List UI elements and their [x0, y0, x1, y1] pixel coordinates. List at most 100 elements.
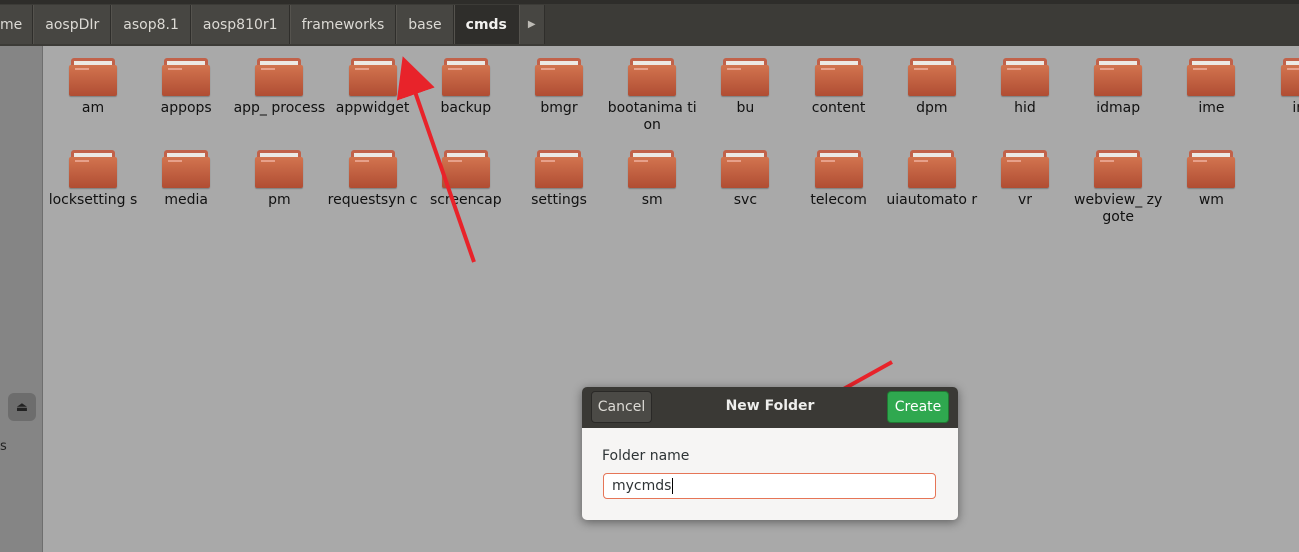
folder-label: media	[164, 192, 208, 208]
folder-label: bmgr	[540, 100, 578, 116]
crumb-aosp810r1[interactable]: aosp810r1	[190, 5, 290, 44]
folder-icon	[535, 58, 583, 96]
folder-icon	[69, 58, 117, 96]
folder-icon	[441, 58, 490, 96]
folder-icon	[255, 58, 304, 96]
folder-label: backup	[440, 100, 492, 116]
folder-label: settings	[531, 192, 587, 208]
crumb-asop81[interactable]: asop8.1	[111, 5, 191, 44]
text-caret	[672, 478, 674, 494]
folder-item[interactable]: requestsyn c	[327, 150, 419, 209]
crumb-cmds[interactable]: cmds	[453, 5, 519, 44]
folder-item[interactable]: bu	[699, 58, 791, 117]
folder-item[interactable]: media	[140, 150, 232, 209]
folder-icon	[162, 58, 211, 96]
folder-item[interactable]: vr	[979, 150, 1071, 209]
folder-icon	[628, 58, 677, 96]
folder-icon	[907, 58, 956, 96]
folder-icon	[628, 150, 677, 188]
folder-item[interactable]: sm	[606, 150, 698, 209]
folder-label: ime	[1198, 100, 1225, 116]
folder-icon	[441, 150, 490, 188]
folder-item[interactable]: content	[793, 58, 885, 117]
folder-label: pm	[268, 192, 291, 208]
folder-name-label: Folder name	[602, 448, 690, 464]
folder-label: wm	[1198, 192, 1224, 208]
crumb-aospdir[interactable]: aospDIr	[33, 5, 112, 44]
crumb-base[interactable]: base	[396, 5, 454, 44]
folder-icon	[535, 150, 583, 188]
dialog-header: Cancel New Folder Create	[582, 387, 958, 428]
folder-icon	[814, 58, 863, 96]
toolbar-edge	[0, 0, 1299, 4]
folder-item[interactable]: svc	[699, 150, 791, 209]
folder-icon	[1187, 58, 1236, 96]
folder-label: app_ process	[233, 100, 326, 116]
folder-icon	[348, 150, 397, 188]
toolbar: me aospDIr asop8.1 aosp810r1 frameworks …	[0, 0, 1299, 46]
folder-item[interactable]: uiautomato r	[886, 150, 978, 209]
folder-icon	[1001, 58, 1049, 96]
folder-icon	[1094, 58, 1143, 96]
sidebar: ⏏ s	[0, 46, 43, 552]
folder-icon	[348, 58, 397, 96]
folder-label: webview_ zygote	[1074, 192, 1163, 225]
folder-icon	[721, 58, 770, 96]
folder-icon	[1280, 58, 1299, 96]
folder-label: am	[81, 100, 105, 116]
folder-item[interactable]: bootanima tion	[606, 58, 698, 134]
folder-label: appwidget	[335, 100, 410, 116]
breadcrumb: me aospDIr asop8.1 aosp810r1 frameworks …	[0, 5, 545, 44]
folder-item[interactable]: inci	[1259, 58, 1299, 117]
pathbar-forward-icon[interactable]: ▶	[518, 5, 545, 44]
folder-icon	[255, 150, 304, 188]
folder-icon	[162, 150, 211, 188]
folder-item[interactable]: telecom	[793, 150, 885, 209]
sidebar-item-label[interactable]: s	[0, 439, 7, 454]
folder-label: sm	[641, 192, 663, 208]
folder-label: vr	[1017, 192, 1033, 208]
create-button[interactable]: Create	[887, 391, 949, 423]
folder-label: requestsyn c	[327, 192, 418, 208]
folder-item[interactable]: am	[47, 58, 139, 117]
folder-item[interactable]: app_ process	[233, 58, 325, 117]
folder-label: screencap	[429, 192, 502, 208]
folder-item[interactable]: locksetting s	[47, 150, 139, 209]
folder-item[interactable]: settings	[513, 150, 605, 209]
folder-item[interactable]: appops	[140, 58, 232, 117]
eject-icon[interactable]: ⏏	[8, 393, 36, 421]
folder-item[interactable]: bmgr	[513, 58, 605, 117]
folder-item[interactable]: backup	[420, 58, 512, 117]
folder-icon	[814, 150, 863, 188]
dialog-body: Folder name mycmds	[582, 428, 958, 520]
folder-label: locksetting s	[48, 192, 138, 208]
folder-label: svc	[733, 192, 758, 208]
folder-label: content	[811, 100, 866, 116]
folder-item[interactable]: screencap	[420, 150, 512, 209]
folder-label: bootanima tion	[607, 100, 697, 133]
folder-item[interactable]: wm	[1165, 150, 1257, 209]
folder-label: hid	[1014, 100, 1036, 116]
folder-icon	[721, 150, 770, 188]
folder-name-input[interactable]: mycmds	[603, 473, 936, 499]
folder-icon	[69, 150, 117, 188]
new-folder-dialog: Cancel New Folder Create Folder name myc…	[582, 387, 958, 520]
folder-icon	[907, 150, 956, 188]
folder-item[interactable]: appwidget	[327, 58, 419, 117]
folder-icon	[1094, 150, 1143, 188]
folder-icon	[1187, 150, 1236, 188]
folder-label: inci	[1292, 100, 1299, 116]
folder-item[interactable]: pm	[233, 150, 325, 209]
folder-item[interactable]: webview_ zygote	[1072, 150, 1164, 226]
folder-name-value: mycmds	[612, 478, 672, 494]
folder-item[interactable]: dpm	[886, 58, 978, 117]
folder-item[interactable]: hid	[979, 58, 1071, 117]
folder-icon	[1001, 150, 1049, 188]
crumb-frameworks[interactable]: frameworks	[289, 5, 397, 44]
folder-label: dpm	[916, 100, 948, 116]
folder-item[interactable]: idmap	[1072, 58, 1164, 117]
folder-item[interactable]: ime	[1165, 58, 1257, 117]
folder-label: appops	[160, 100, 212, 116]
crumb-me[interactable]: me	[0, 5, 34, 44]
folder-label: telecom	[810, 192, 867, 208]
